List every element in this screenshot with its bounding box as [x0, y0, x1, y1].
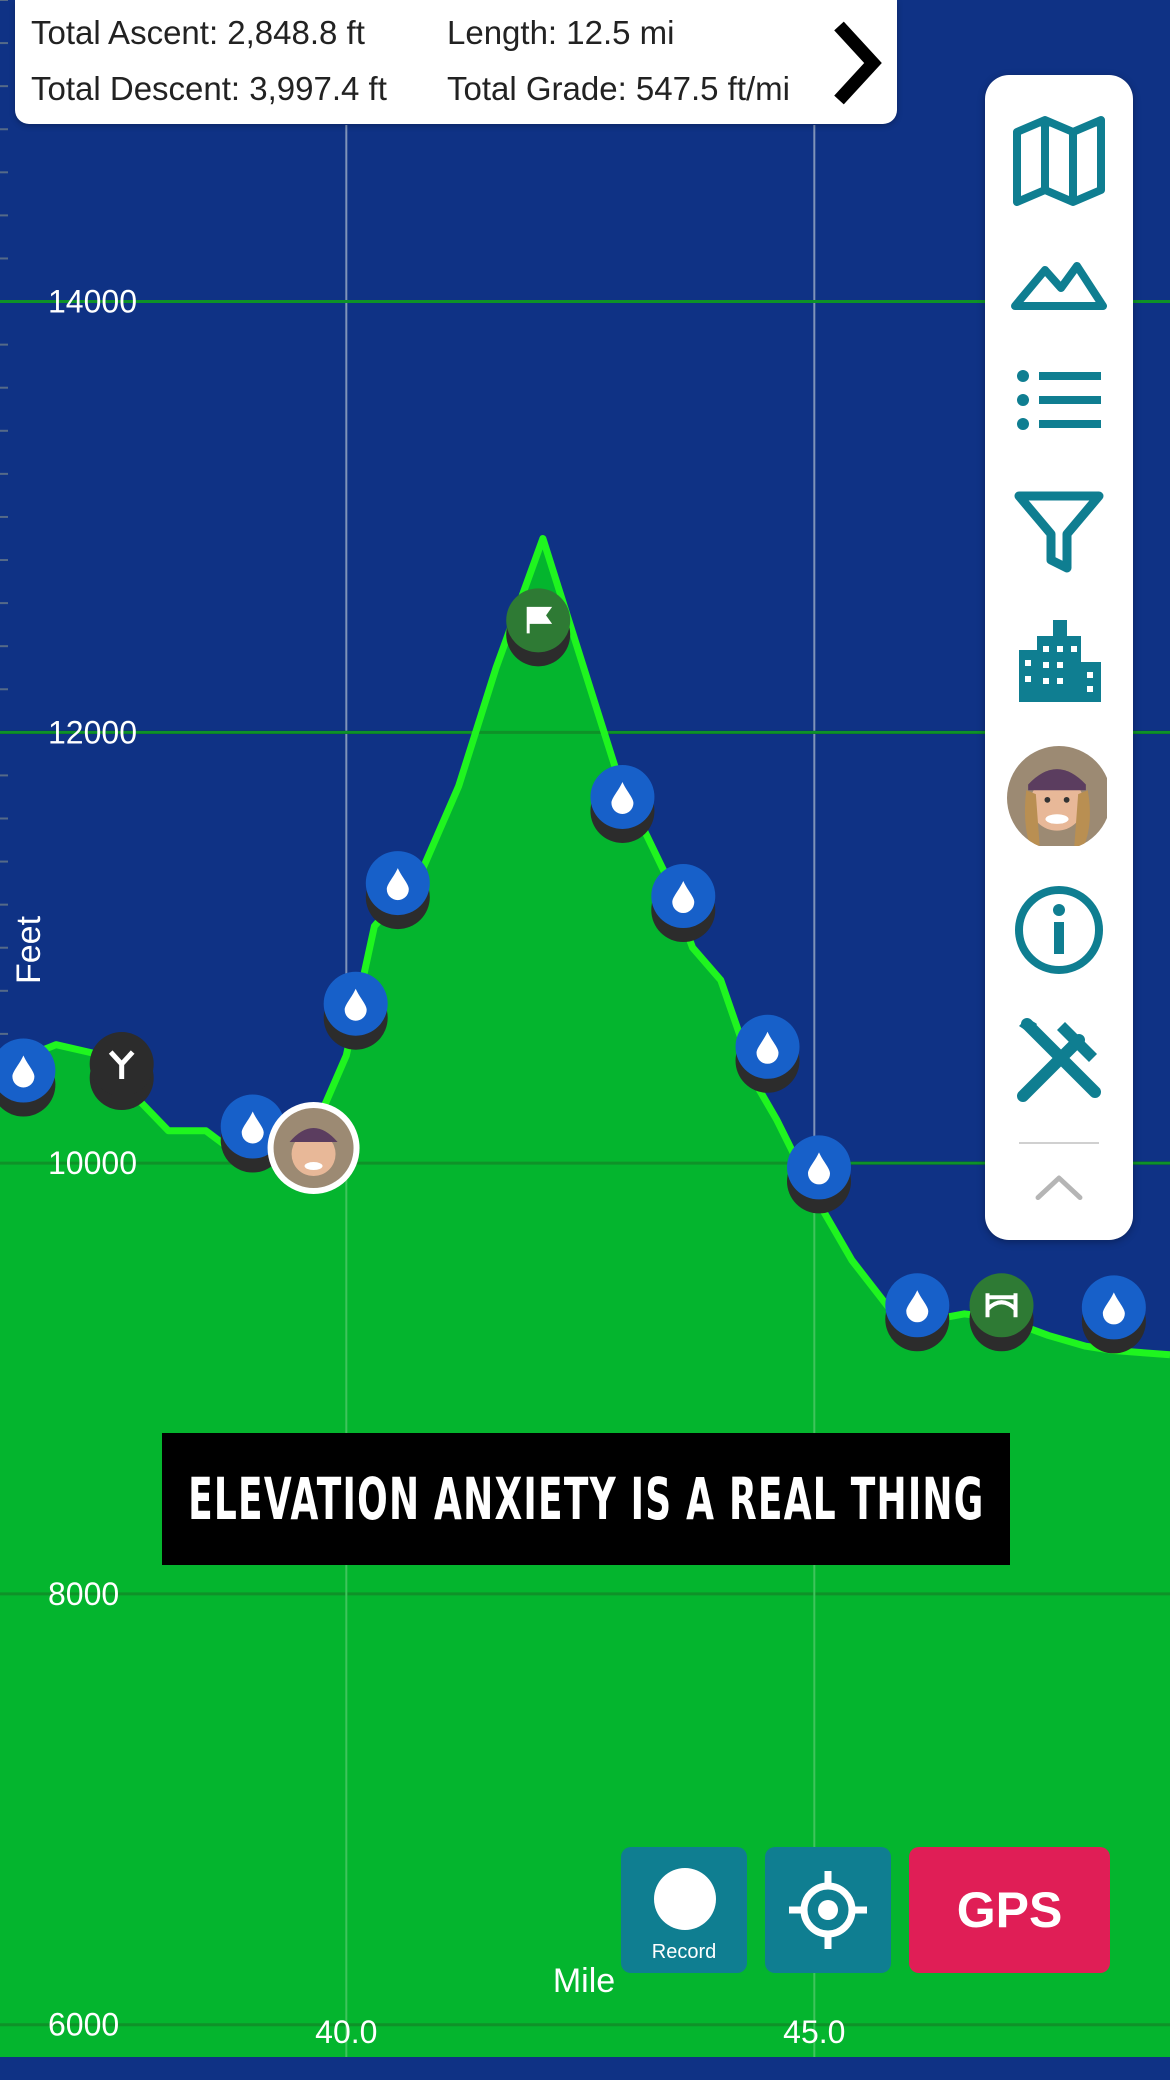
water-marker[interactable] — [0, 1038, 56, 1117]
water-marker[interactable] — [735, 1014, 800, 1093]
filter-icon — [1014, 491, 1104, 573]
water-marker[interactable] — [1081, 1275, 1146, 1354]
water-marker[interactable] — [787, 1135, 851, 1214]
elevation-button[interactable] — [999, 225, 1119, 335]
water-marker[interactable] — [885, 1273, 950, 1352]
chevron-up-icon — [1035, 1175, 1083, 1201]
avatar-smile — [304, 1162, 323, 1171]
avatar-marker[interactable] — [267, 1102, 360, 1195]
marker-circle — [969, 1273, 1034, 1338]
y-tick-label: 6000 — [48, 2007, 119, 2043]
y-axis-label: Feet — [10, 915, 48, 984]
stats-next-button[interactable] — [825, 18, 889, 108]
record-label: Record — [651, 1941, 717, 1963]
summit-marker[interactable] — [506, 588, 571, 667]
mountain-icon — [1011, 262, 1107, 310]
info-icon — [1015, 886, 1103, 974]
caption-banner: ELEVATION ANXIETY IS A REAL THING — [162, 1433, 1010, 1565]
water-marker[interactable] — [323, 971, 388, 1050]
total-descent: Total Descent: 3,997.4 ft — [31, 70, 387, 107]
filter-button[interactable] — [999, 475, 1119, 585]
chevron-right-icon — [834, 21, 882, 105]
y-tick-label: 10000 — [48, 1145, 137, 1181]
avatar — [1007, 746, 1111, 850]
tools-icon — [1017, 1018, 1101, 1102]
water-marker[interactable] — [365, 851, 430, 930]
side-toolbar — [985, 75, 1133, 1240]
caption-text: ELEVATION ANXIETY IS A REAL THING — [187, 1465, 985, 1533]
water-marker[interactable] — [590, 764, 655, 843]
x-axis-label: Mile — [553, 1962, 615, 2000]
water-marker[interactable] — [651, 864, 716, 943]
record-icon — [654, 1868, 716, 1930]
map-button[interactable] — [999, 105, 1119, 215]
collapse-toolbar-button[interactable] — [999, 1150, 1119, 1220]
map-icon — [1013, 116, 1105, 206]
towns-button[interactable] — [999, 605, 1119, 715]
gps-button[interactable]: GPS — [909, 1847, 1110, 1973]
tools-button[interactable] — [999, 1005, 1119, 1115]
list-icon — [1017, 370, 1101, 430]
route-stats-panel: Total Ascent: 2,848.8 ft Length: 12.5 mi… — [15, 0, 897, 124]
route-length: Length: 12.5 mi — [447, 14, 675, 51]
x-tick-label: 40.0 — [315, 2014, 377, 2050]
info-button[interactable] — [999, 875, 1119, 985]
total-grade: Total Grade: 547.5 ft/mi — [447, 70, 791, 107]
crosshair-icon — [789, 1871, 867, 1949]
list-button[interactable] — [999, 345, 1119, 455]
y-tick-label: 12000 — [48, 714, 137, 750]
junction-marker[interactable] — [89, 1032, 154, 1111]
profile-button[interactable] — [999, 743, 1119, 853]
buildings-icon — [1019, 620, 1101, 702]
bridge-marker[interactable] — [969, 1273, 1034, 1352]
x-tick-label: 45.0 — [783, 2014, 845, 2050]
locate-button[interactable] — [765, 1847, 891, 1973]
y-tick-label: 14000 — [48, 284, 137, 320]
record-button[interactable]: Record — [621, 1847, 747, 1973]
toolbar-divider — [1019, 1142, 1099, 1144]
y-tick-label: 8000 — [48, 1576, 119, 1612]
total-ascent: Total Ascent: 2,848.8 ft — [31, 14, 365, 51]
